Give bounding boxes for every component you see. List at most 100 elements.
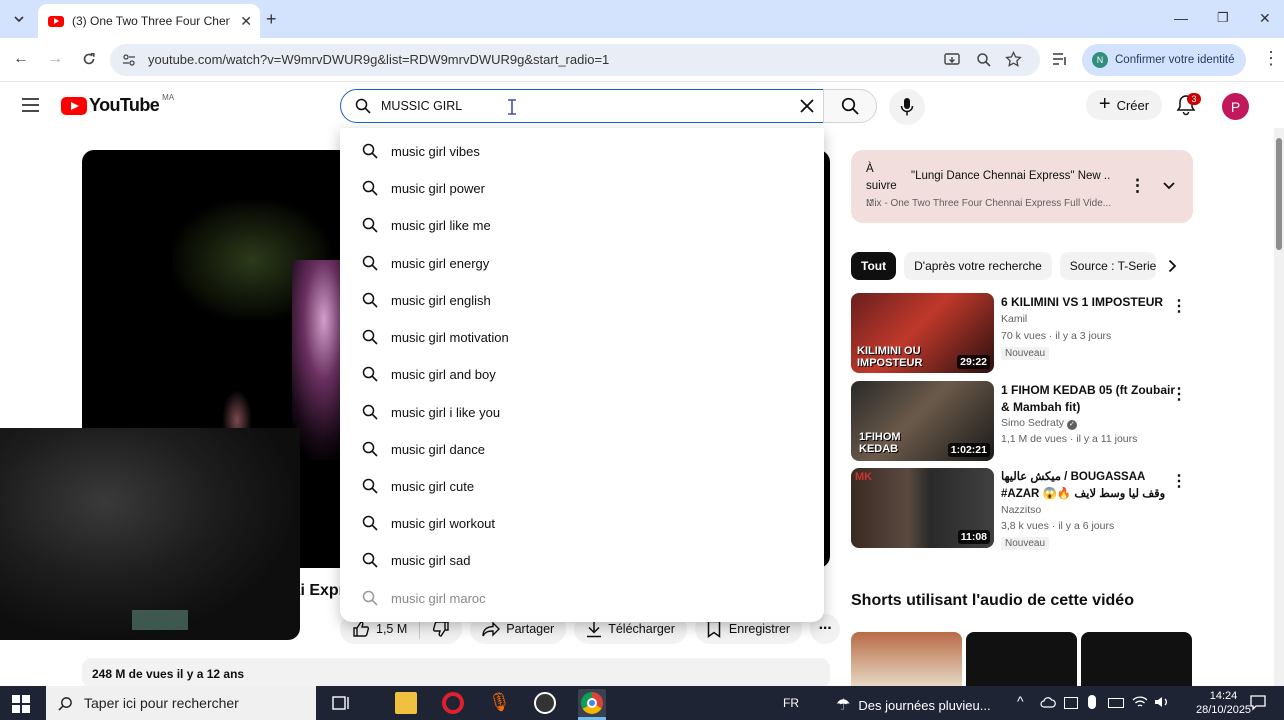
onedrive-cloud-icon[interactable] bbox=[1040, 696, 1056, 708]
notifications-icon[interactable] bbox=[1250, 695, 1266, 711]
page-scrollbar[interactable] bbox=[1274, 128, 1284, 686]
clear-search-icon[interactable] bbox=[797, 96, 817, 116]
taskbar-search[interactable]: Taper ici pour rechercher bbox=[46, 686, 316, 720]
reading-list-icon[interactable] bbox=[1052, 52, 1068, 66]
chevron-up-icon[interactable]: ^ bbox=[1017, 693, 1024, 709]
suggestion-item[interactable]: music girl like me bbox=[340, 207, 824, 243]
chevron-down-icon[interactable] bbox=[1163, 182, 1175, 190]
chip-all[interactable]: Tout bbox=[851, 252, 897, 280]
more-vert-icon[interactable]: ⋮ bbox=[1129, 176, 1146, 196]
task-view-icon[interactable] bbox=[330, 692, 352, 714]
scrollbar-thumb[interactable] bbox=[1276, 138, 1282, 250]
windows-start-icon[interactable] bbox=[12, 695, 30, 713]
reload-icon[interactable] bbox=[82, 52, 96, 66]
search-button[interactable] bbox=[823, 89, 877, 123]
suggestion-item[interactable]: music girl and boy bbox=[340, 356, 824, 392]
suggestion-item[interactable]: music girl vibes bbox=[340, 133, 824, 169]
suggestion-item[interactable]: music girl power bbox=[340, 170, 824, 206]
chevron-right-icon[interactable] bbox=[1168, 259, 1177, 273]
video-title[interactable]: ميكش عاليها / BOUGASSAA #AZAR 😱🔥 وقف ليا… bbox=[1001, 469, 1176, 503]
chrome-taskbar-button[interactable] bbox=[578, 689, 606, 717]
short-thumbnail[interactable] bbox=[851, 632, 962, 688]
bookmark-icon bbox=[707, 620, 721, 638]
install-app-icon[interactable] bbox=[944, 52, 960, 68]
suggestion-item[interactable]: music girl energy bbox=[340, 245, 824, 281]
search-icon bbox=[58, 697, 72, 711]
window-close-icon[interactable]: ✕ bbox=[1259, 10, 1271, 27]
minimize-icon[interactable]: — bbox=[1174, 10, 1188, 26]
restore-icon[interactable]: ❐ bbox=[1217, 10, 1229, 26]
hamburger-menu-icon[interactable] bbox=[22, 98, 39, 112]
suggestion-item[interactable]: music girl dance bbox=[340, 431, 824, 467]
battery-icon[interactable] bbox=[1108, 698, 1124, 708]
video-description[interactable]: 248 M de vues il y a 12 ans bbox=[82, 658, 830, 688]
recommended-video[interactable]: KILIMINI OU IMPOSTEUR 29:22 6 KILIMINI V… bbox=[851, 293, 1193, 373]
weather-widget[interactable]: ☂ Des journées pluvieu... bbox=[836, 695, 991, 715]
address-bar[interactable]: youtube.com/watch?v=W9mrvDWUR9g&list=RDW… bbox=[110, 44, 1040, 76]
thumbs-down-icon[interactable] bbox=[432, 620, 450, 638]
suggestion-item[interactable]: music girl cute bbox=[340, 468, 824, 504]
browser-tab-active[interactable]: (3) One Two Three Four Chennai ✕ bbox=[38, 4, 260, 38]
chip-search-based[interactable]: D'après votre recherche bbox=[904, 252, 1052, 280]
recommended-video[interactable]: 1FIHOM KEDAB 1:02:21 1 FIHOM KEDAB 05 (f… bbox=[851, 381, 1193, 461]
zoom-icon[interactable] bbox=[976, 52, 992, 68]
volume-icon[interactable] bbox=[1154, 695, 1170, 709]
search-icon bbox=[362, 478, 378, 494]
more-vert-icon[interactable]: ⋮ bbox=[1171, 384, 1187, 404]
channel-name[interactable]: Simo Sedraty ✓ bbox=[1001, 417, 1077, 430]
search-suggestions: music girl vibes music girl power music … bbox=[340, 128, 824, 622]
network-status-icon[interactable] bbox=[1064, 697, 1078, 709]
browser-menu-icon[interactable]: ⋮ bbox=[1262, 48, 1280, 69]
search-input[interactable] bbox=[381, 96, 781, 116]
mic-tray-icon[interactable] bbox=[1088, 695, 1096, 709]
search-box[interactable] bbox=[340, 89, 824, 123]
opera-icon[interactable] bbox=[442, 692, 464, 714]
up-next-card[interactable]: Àsuivre :: "Lungi Dance Chennai Express"… bbox=[851, 150, 1193, 223]
file-explorer-icon[interactable] bbox=[395, 692, 417, 714]
input-language[interactable]: FR bbox=[783, 696, 799, 710]
forward-arrow-icon[interactable]: → bbox=[47, 50, 63, 68]
back-arrow-icon[interactable]: ← bbox=[13, 50, 29, 68]
more-vert-icon[interactable]: ⋮ bbox=[1171, 296, 1187, 316]
suggestion-item[interactable]: music girl motivation bbox=[340, 319, 824, 355]
up-next-subtitle: Mix - One Two Three Four Chennai Express… bbox=[866, 198, 1112, 209]
video-title[interactable]: 6 KILIMINI VS 1 IMPOSTEUR bbox=[1001, 294, 1176, 311]
system-clock[interactable]: 14:24 28/10/2025 bbox=[1196, 689, 1251, 717]
video-thumbnail[interactable]: MK 11:08 bbox=[851, 468, 994, 548]
create-button[interactable]: + Créer bbox=[1086, 90, 1162, 120]
channel-name[interactable]: Kamil bbox=[1001, 313, 1027, 325]
profile-button[interactable]: N Confirmer votre identité bbox=[1082, 44, 1246, 76]
short-thumbnail[interactable] bbox=[1081, 632, 1192, 688]
tab-search-button[interactable] bbox=[8, 8, 30, 30]
duration-badge: 11:08 bbox=[957, 530, 990, 544]
short-thumbnail[interactable] bbox=[966, 632, 1077, 688]
account-avatar[interactable]: P bbox=[1222, 93, 1249, 120]
bookmark-star-icon[interactable] bbox=[1005, 51, 1022, 68]
tab-close-icon[interactable]: ✕ bbox=[240, 13, 252, 30]
video-title[interactable]: 1 FIHOM KEDAB 05 (ft Zoubair & Mambah fi… bbox=[1001, 382, 1176, 416]
video-thumbnail[interactable]: KILIMINI OU IMPOSTEUR 29:22 bbox=[851, 293, 994, 373]
channel-name[interactable]: Nazzitso bbox=[1001, 504, 1041, 516]
suggestion-item[interactable]: music girl workout bbox=[340, 505, 824, 541]
suggestion-item[interactable]: music girl sad bbox=[340, 542, 824, 578]
search-icon bbox=[362, 255, 378, 271]
suggestion-item[interactable]: music girl english bbox=[340, 282, 824, 318]
search-icon bbox=[362, 143, 378, 159]
wifi-icon[interactable] bbox=[1132, 695, 1148, 709]
more-vert-icon[interactable]: ⋮ bbox=[1171, 471, 1187, 491]
search-icon bbox=[362, 515, 378, 531]
obs-icon[interactable] bbox=[534, 692, 556, 714]
youtube-logo[interactable]: YouTube MA bbox=[61, 93, 174, 116]
microphone-app-icon[interactable]: 🎙 bbox=[488, 692, 511, 714]
chip-source[interactable]: Source : T-Serie bbox=[1059, 252, 1156, 280]
new-tab-plus-icon[interactable]: + bbox=[266, 9, 277, 30]
site-settings-icon[interactable] bbox=[122, 53, 136, 67]
suggestion-item[interactable]: music girl maroc bbox=[340, 580, 824, 616]
video-thumbnail[interactable]: 1FIHOM KEDAB 1:02:21 bbox=[851, 381, 994, 461]
logo-text: YouTube bbox=[89, 95, 160, 115]
voice-search-button[interactable] bbox=[889, 89, 925, 125]
search-icon bbox=[355, 98, 371, 114]
search-icon bbox=[362, 292, 378, 308]
suggestion-item[interactable]: music girl i like you bbox=[340, 394, 824, 430]
recommended-video[interactable]: MK 11:08 ميكش عاليها / BOUGASSAA #AZAR 😱… bbox=[851, 468, 1193, 550]
